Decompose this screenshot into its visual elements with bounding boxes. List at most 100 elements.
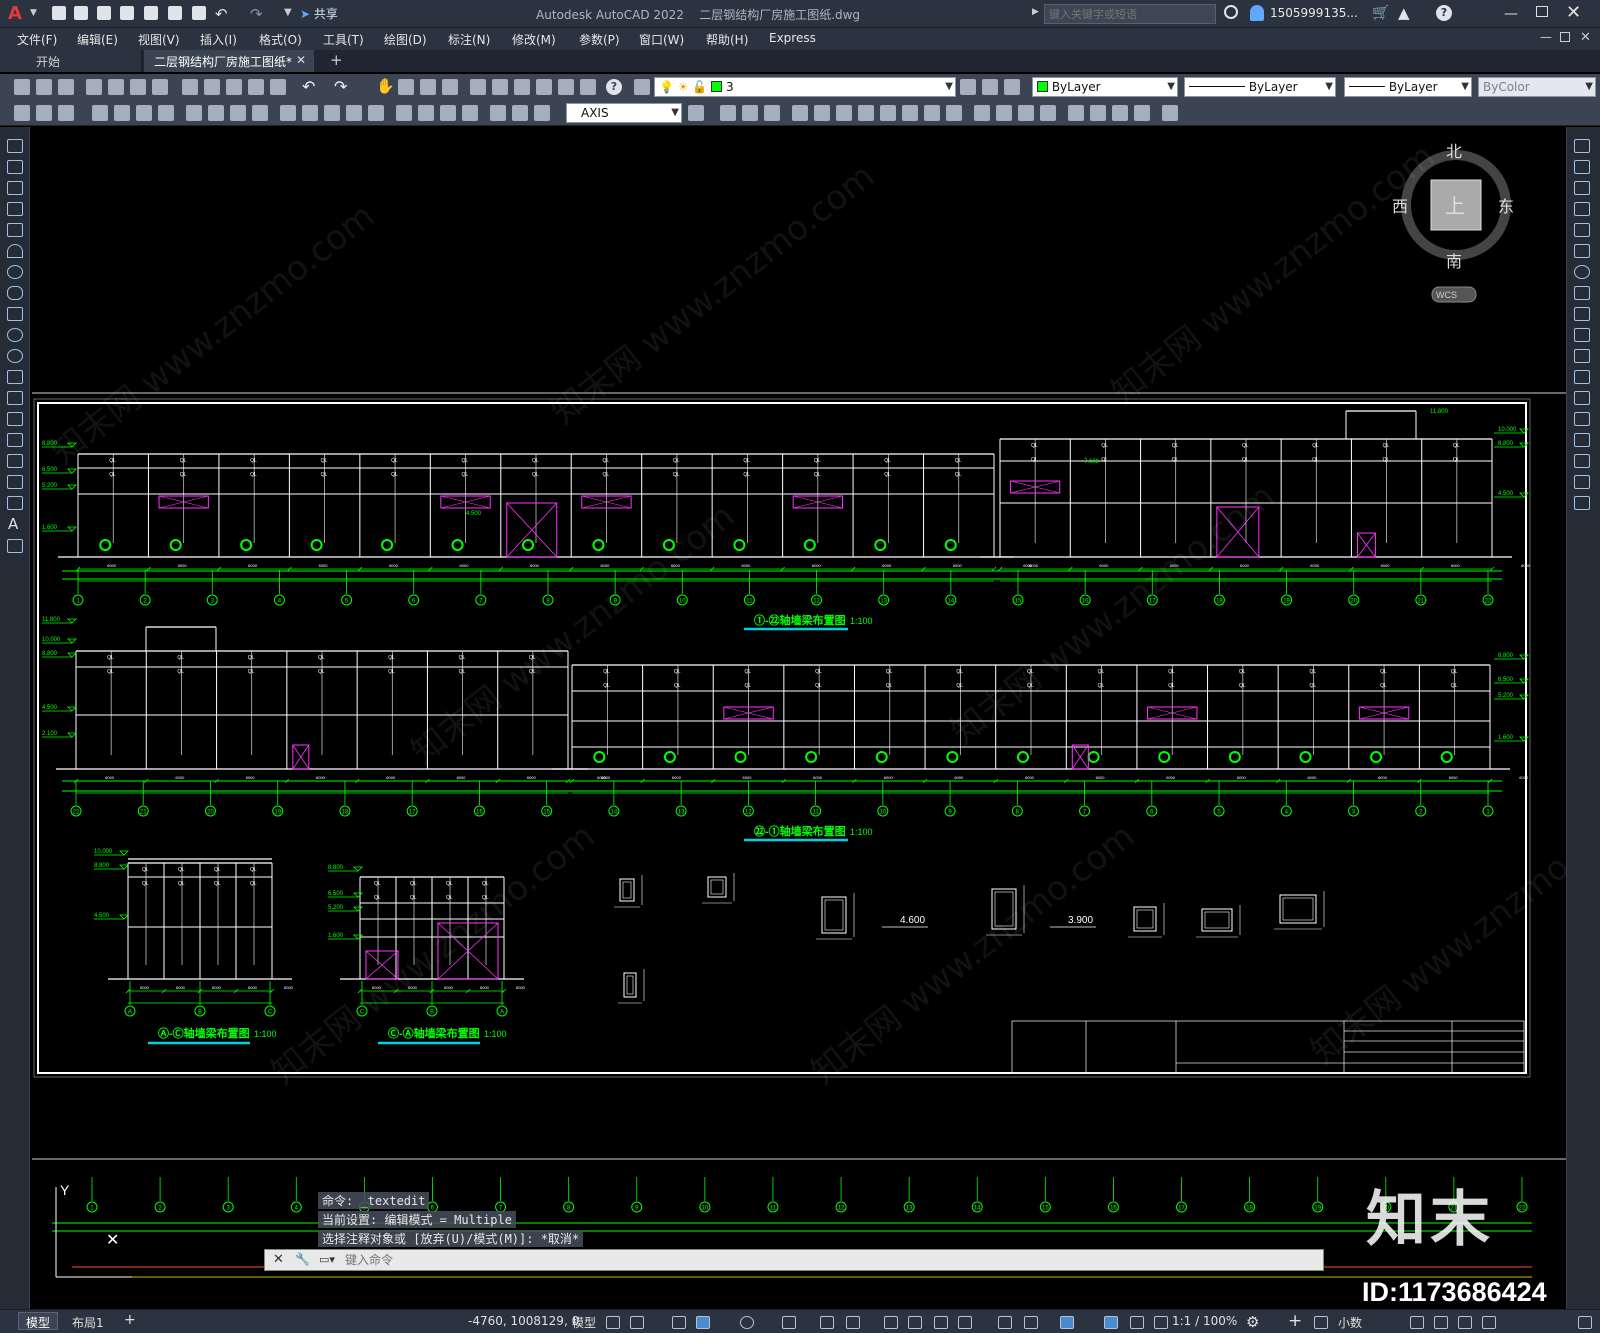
menu-express[interactable]: Express xyxy=(769,31,816,45)
fillet-tool-icon[interactable] xyxy=(1574,454,1590,468)
close-icon[interactable]: ✕ xyxy=(1566,2,1581,23)
rotate-tool-icon[interactable] xyxy=(1574,265,1590,279)
block-editor-icon[interactable] xyxy=(270,79,286,95)
object-snap-tracking-icon[interactable] xyxy=(820,1316,834,1329)
match-properties-icon[interactable] xyxy=(248,79,264,95)
quick-dim-icon[interactable] xyxy=(280,105,296,121)
annotation-scale[interactable]: 1:1 / 100% xyxy=(1172,1314,1237,1328)
graphics-performance-icon[interactable] xyxy=(1458,1316,1472,1329)
dim-baseline-icon[interactable] xyxy=(302,105,318,121)
annotation-visibility-icon[interactable] xyxy=(1104,1316,1118,1329)
table-tool-icon[interactable] xyxy=(7,496,23,510)
search-input[interactable] xyxy=(1044,4,1216,24)
dim-space-icon[interactable] xyxy=(346,105,362,121)
modify-copy-icon[interactable] xyxy=(742,105,758,121)
autocad-logo-icon[interactable]: A xyxy=(8,4,30,24)
menu-insert[interactable]: 插入(I) xyxy=(200,31,237,48)
object-snap-icon[interactable] xyxy=(846,1316,860,1329)
cart-icon[interactable]: 🛒 xyxy=(1372,5,1389,21)
explode-tool-icon[interactable] xyxy=(1574,496,1590,510)
tool-palettes-icon[interactable] xyxy=(514,79,530,95)
3d-osnap-icon[interactable] xyxy=(958,1316,972,1329)
clean-screen-icon[interactable] xyxy=(1482,1316,1496,1329)
layer-properties-icon[interactable] xyxy=(634,79,650,95)
lineweight-icon[interactable] xyxy=(884,1316,898,1329)
dim-update-icon[interactable] xyxy=(534,105,550,121)
units-value[interactable]: 小数 xyxy=(1338,1314,1362,1331)
save-web-icon[interactable] xyxy=(168,6,182,20)
inspect-icon[interactable] xyxy=(440,105,456,121)
properties-icon[interactable] xyxy=(470,79,486,95)
cut-icon[interactable] xyxy=(182,79,198,95)
doc-close-icon[interactable]: ✕ xyxy=(1580,30,1591,45)
dim-angular-icon[interactable] xyxy=(252,105,268,121)
menu-help[interactable]: 帮助(H) xyxy=(706,31,748,48)
plot-icon[interactable] xyxy=(192,6,206,20)
add-selected-tool-icon[interactable] xyxy=(7,539,23,553)
layer-previous-icon[interactable] xyxy=(982,79,998,95)
dim-linear-2-icon[interactable] xyxy=(92,105,108,121)
blend-tool-icon[interactable] xyxy=(1574,475,1590,489)
circle-tool-icon[interactable] xyxy=(7,265,23,279)
modify-scale-icon[interactable] xyxy=(880,105,896,121)
scale-tool-icon[interactable] xyxy=(1574,286,1590,300)
lock-ui-icon[interactable] xyxy=(1410,1316,1424,1329)
plotstyle-dropdown[interactable]: ByColor ▼ xyxy=(1478,77,1596,97)
point-icon[interactable] xyxy=(1134,105,1150,121)
isodraft-icon[interactable] xyxy=(782,1316,796,1329)
stretch-tool-icon[interactable] xyxy=(1574,307,1590,321)
customize-dropdown-icon[interactable]: ▼ xyxy=(284,7,292,18)
command-prompt-icon[interactable]: ▭▾ xyxy=(319,1253,335,1266)
new-file-icon[interactable] xyxy=(52,6,66,20)
menu-tools[interactable]: 工具(T) xyxy=(323,31,364,48)
isolate-objects-icon[interactable] xyxy=(1434,1316,1448,1329)
move-tool-icon[interactable] xyxy=(1574,244,1590,258)
help-toolbar-icon[interactable]: ? xyxy=(606,79,622,95)
lineweight-dropdown[interactable]: ByLayer ▼ xyxy=(1344,77,1472,97)
menu-format[interactable]: 格式(O) xyxy=(259,31,302,48)
point-tool-icon[interactable] xyxy=(7,412,23,426)
help-icon[interactable]: ? xyxy=(1436,5,1452,21)
array-tool-icon[interactable] xyxy=(1574,223,1590,237)
dim-text-edit-icon[interactable] xyxy=(512,105,528,121)
search-icon[interactable] xyxy=(1224,5,1238,19)
autodesk-a360-icon[interactable]: ▲ xyxy=(1398,4,1410,22)
menu-view[interactable]: 视图(V) xyxy=(138,31,180,48)
modify-mirror-icon[interactable] xyxy=(764,105,780,121)
dimstyle-dropdown[interactable]: AXIS ▼ xyxy=(566,103,682,123)
viewcube-west[interactable]: 西 xyxy=(1392,199,1408,216)
modify-trim-icon[interactable] xyxy=(924,105,940,121)
ellipse-tool-icon[interactable] xyxy=(7,328,23,342)
user-icon[interactable] xyxy=(1250,5,1264,21)
join-tool-icon[interactable] xyxy=(1574,412,1590,426)
extend-tool-icon[interactable] xyxy=(1574,349,1590,363)
quick-properties-icon[interactable] xyxy=(1314,1316,1328,1329)
model-space-toggle[interactable]: 模型 xyxy=(572,1314,596,1331)
redo-icon[interactable]: ↷ xyxy=(250,5,263,23)
title-c-a[interactable]: Ⓒ-Ⓐ轴墙梁布置图 xyxy=(388,1026,480,1040)
copy-icon[interactable] xyxy=(204,79,220,95)
dim-linear-icon[interactable] xyxy=(14,105,30,121)
app-menu-arrow-icon[interactable]: ▼ xyxy=(30,8,37,18)
make-block-tool-icon[interactable] xyxy=(7,391,23,405)
zoom-previous-icon[interactable] xyxy=(442,79,458,95)
modify-extend-icon[interactable] xyxy=(946,105,962,121)
annotation-monitor-icon[interactable]: + xyxy=(1288,1311,1302,1331)
modify-move-icon[interactable] xyxy=(836,105,852,121)
publish-icon[interactable] xyxy=(130,79,146,95)
ellipse-arc-tool-icon[interactable] xyxy=(7,349,23,363)
redo-toolbar-icon[interactable]: ↷ xyxy=(334,77,347,96)
title-a-c[interactable]: Ⓐ-Ⓒ轴墙梁布置图 xyxy=(158,1026,250,1040)
copy-tool-icon[interactable] xyxy=(1574,160,1590,174)
insert-block-tool-icon[interactable] xyxy=(7,370,23,384)
polyline-tool-icon[interactable] xyxy=(7,181,23,195)
make-current-layer-icon[interactable] xyxy=(960,79,976,95)
viewcube-east[interactable]: 东 xyxy=(1498,198,1514,216)
maximize-icon[interactable] xyxy=(1536,6,1548,17)
dim-arclength-icon[interactable] xyxy=(136,105,152,121)
menu-edit[interactable]: 编辑(E) xyxy=(77,31,118,48)
modify-explode-icon[interactable] xyxy=(1068,105,1084,121)
dim-diameter-icon[interactable] xyxy=(230,105,246,121)
title-1-22[interactable]: ①-㉒轴墙梁布置图 xyxy=(754,613,846,627)
hatch-icon[interactable] xyxy=(1162,105,1178,121)
